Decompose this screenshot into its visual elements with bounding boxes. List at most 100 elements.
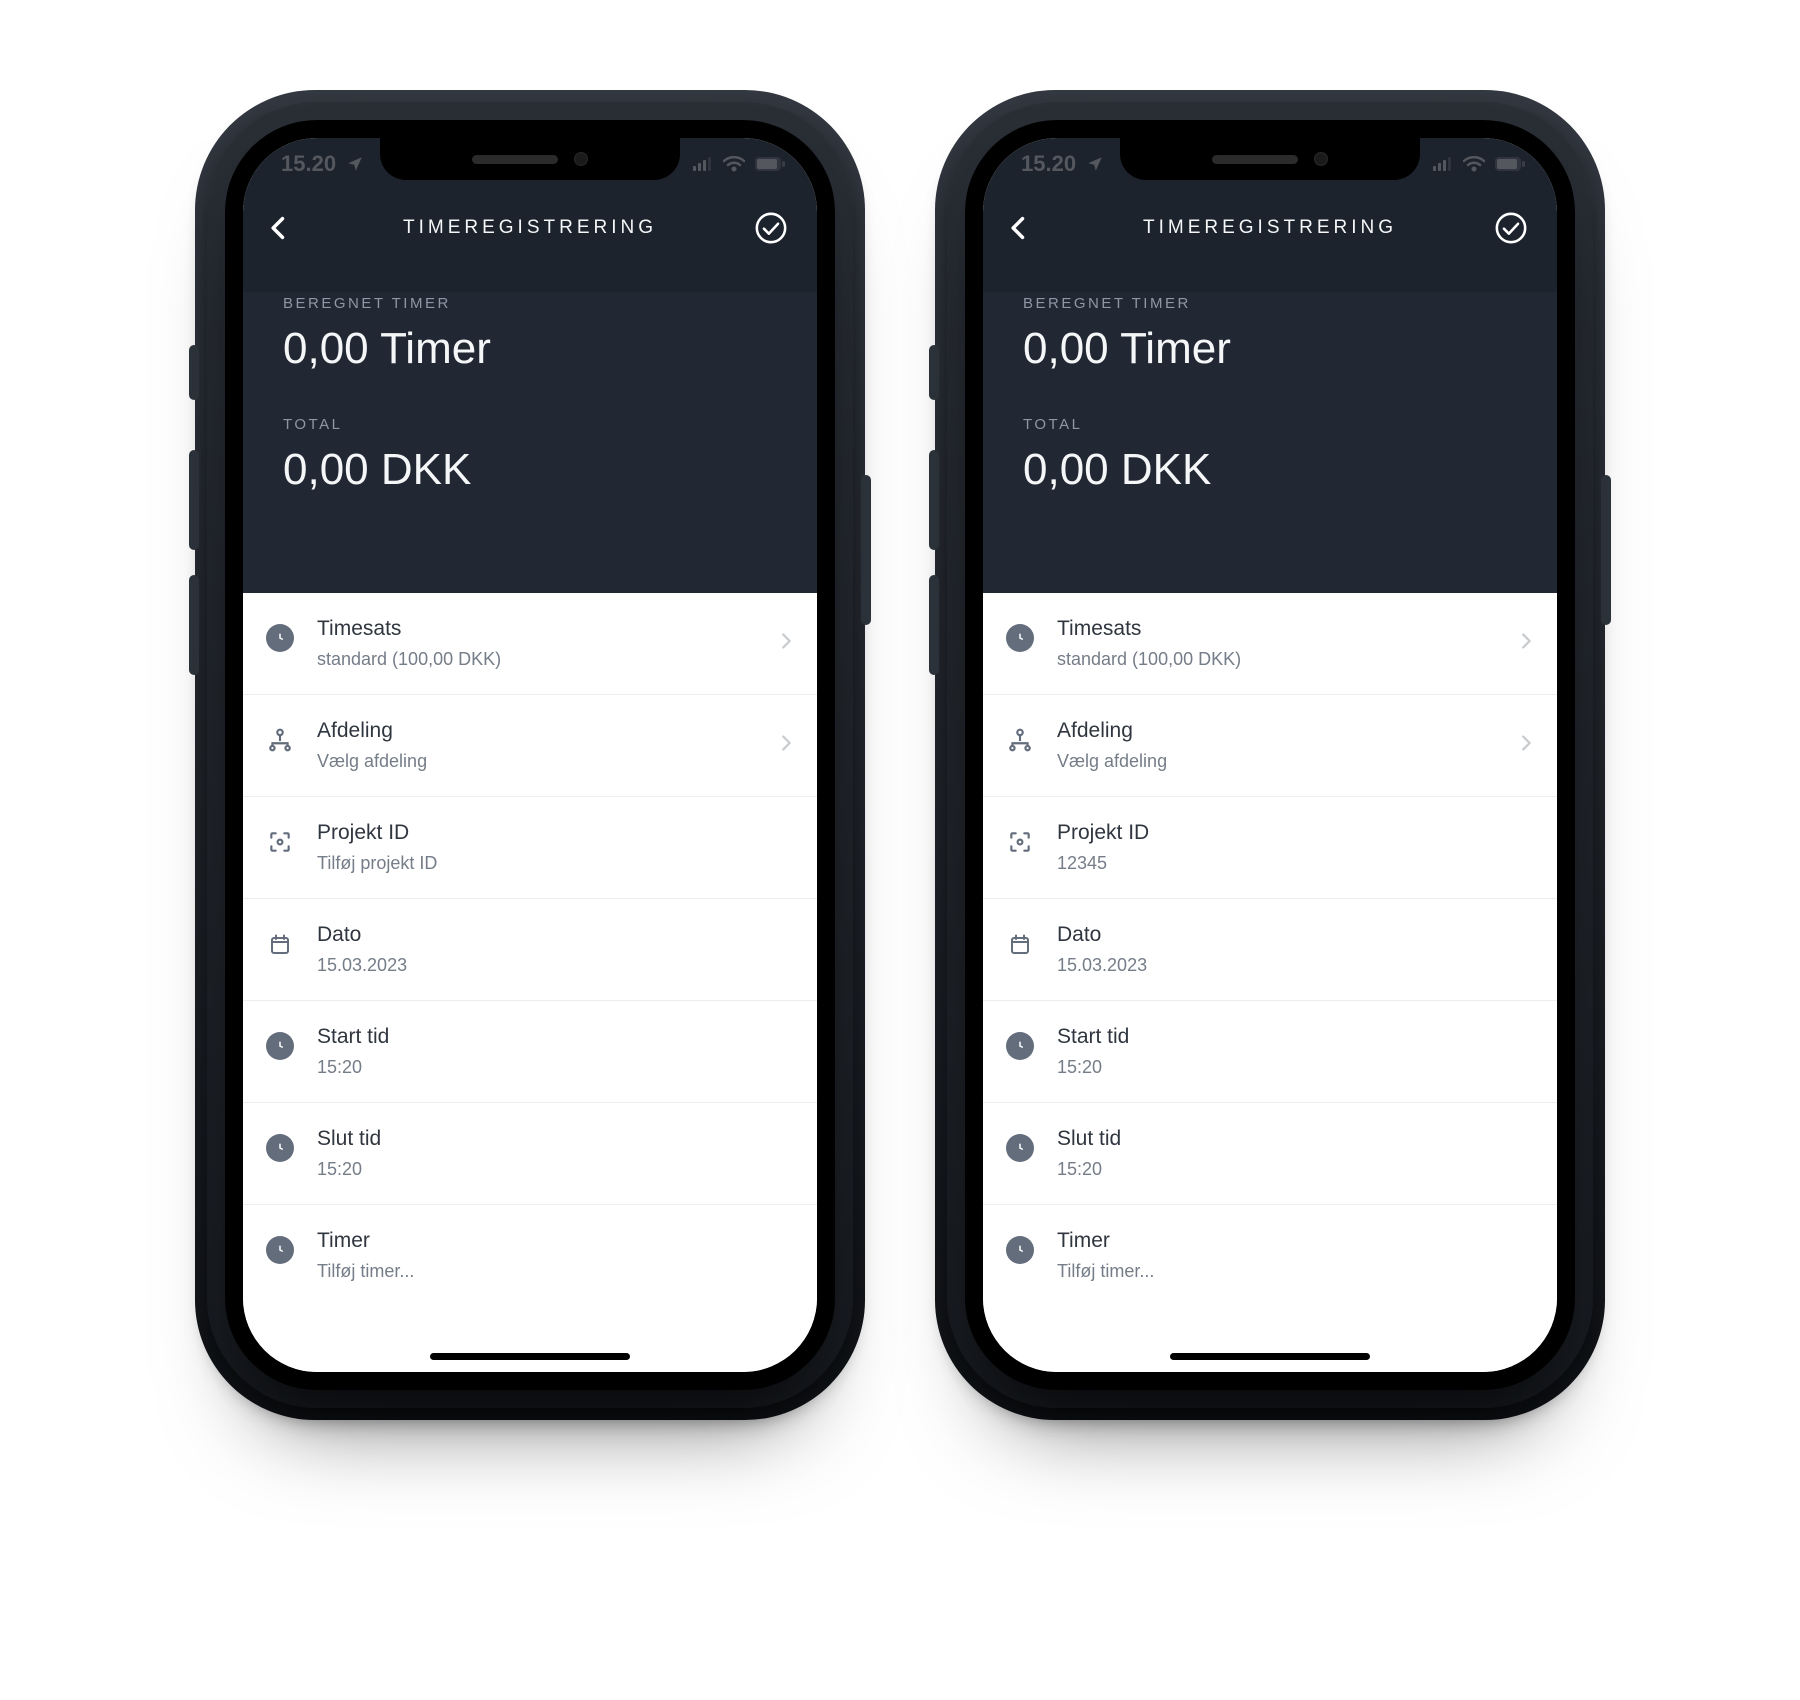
row-subtitle: Tilføj timer...: [1057, 1261, 1537, 1282]
front-camera: [574, 152, 588, 166]
row-dato[interactable]: Dato 15.03.2023: [243, 899, 817, 1001]
notch: [1120, 138, 1420, 180]
header-dark-area: 15.20 TIMEREGISTRERING BEREGNET TIMER 0,…: [243, 138, 817, 593]
confirm-button[interactable]: [747, 204, 795, 252]
scan-icon: [265, 827, 295, 857]
row-subtitle: 15:20: [1057, 1057, 1537, 1078]
side-button: [861, 475, 871, 625]
phone-mockup-right: 15.20 TIMEREGISTRERING BEREGNET TIMER 0,…: [965, 120, 1575, 1390]
row-afdeling[interactable]: Afdeling Vælg afdeling: [983, 695, 1557, 797]
row-start-tid[interactable]: Start tid 15:20: [983, 1001, 1557, 1103]
row-subtitle: Tilføj projekt ID: [317, 853, 797, 874]
clock-icon: [266, 1134, 294, 1162]
summary-panel: BEREGNET TIMER 0,00 Timer TOTAL 0,00 DKK: [243, 265, 817, 495]
department-icon: [265, 725, 295, 755]
clock-icon: [1006, 1032, 1034, 1060]
chevron-right-icon: [1515, 630, 1537, 657]
calendar-icon: [265, 929, 295, 959]
side-button: [189, 575, 199, 675]
confirm-button[interactable]: [1487, 204, 1535, 252]
clock-icon: [266, 1236, 294, 1264]
location-arrow-icon: [1086, 155, 1104, 173]
summary-panel: BEREGNET TIMER 0,00 Timer TOTAL 0,00 DKK: [983, 265, 1557, 495]
row-subtitle: 15.03.2023: [317, 955, 797, 976]
screen: 15.20 TIMEREGISTRERING BEREGNET TIMER 0,…: [243, 138, 817, 1372]
row-title: Afdeling: [1057, 719, 1493, 743]
wifi-icon: [723, 156, 745, 172]
row-timer[interactable]: Timer Tilføj timer...: [983, 1205, 1557, 1306]
row-title: Dato: [1057, 923, 1537, 947]
row-title: Timesats: [1057, 617, 1493, 641]
row-afdeling[interactable]: Afdeling Vælg afdeling: [243, 695, 817, 797]
chevron-right-icon: [775, 732, 797, 759]
home-indicator[interactable]: [430, 1353, 630, 1360]
clock-icon: [1006, 1236, 1034, 1264]
clock-icon: [1006, 624, 1034, 652]
row-title: Projekt ID: [317, 821, 797, 845]
row-start-tid[interactable]: Start tid 15:20: [243, 1001, 817, 1103]
calendar-icon: [1005, 929, 1035, 959]
phone-mockup-left: 15.20 TIMEREGISTRERING BEREGNET TIMER 0,…: [225, 120, 835, 1390]
calculated-hours-label: BEREGNET TIMER: [1023, 295, 1517, 312]
row-projekt-id[interactable]: Projekt ID Tilføj projekt ID: [243, 797, 817, 899]
row-slut-tid[interactable]: Slut tid 15:20: [243, 1103, 817, 1205]
row-timer[interactable]: Timer Tilføj timer...: [243, 1205, 817, 1306]
total-label: TOTAL: [1023, 416, 1517, 433]
total-label: TOTAL: [283, 416, 777, 433]
page-title: TIMEREGISTRERING: [403, 217, 657, 239]
clock-icon: [266, 1032, 294, 1060]
nav-bar: TIMEREGISTRERING: [983, 190, 1557, 265]
row-subtitle: 15:20: [317, 1057, 797, 1078]
row-title: Slut tid: [1057, 1127, 1537, 1151]
status-time: 15.20: [281, 151, 336, 177]
back-button[interactable]: [995, 204, 1043, 252]
row-timesats[interactable]: Timesats standard (100,00 DKK): [983, 593, 1557, 695]
row-subtitle: 12345: [1057, 853, 1537, 874]
side-button: [929, 575, 939, 675]
side-button: [929, 450, 939, 550]
location-arrow-icon: [346, 155, 364, 173]
side-button: [189, 345, 199, 400]
wifi-icon: [1463, 156, 1485, 172]
chevron-right-icon: [775, 630, 797, 657]
total-value: 0,00 DKK: [1023, 445, 1517, 495]
front-camera: [1314, 152, 1328, 166]
cellular-signal-icon: [1433, 157, 1453, 171]
row-subtitle: 15:20: [317, 1159, 797, 1180]
battery-icon: [1495, 157, 1525, 171]
row-title: Timesats: [317, 617, 753, 641]
notch: [380, 138, 680, 180]
chevron-right-icon: [1515, 732, 1537, 759]
side-button: [1601, 475, 1611, 625]
clock-icon: [1006, 1134, 1034, 1162]
clock-icon: [266, 624, 294, 652]
screen: 15.20 TIMEREGISTRERING BEREGNET TIMER 0,…: [983, 138, 1557, 1372]
page-title: TIMEREGISTRERING: [1143, 217, 1397, 239]
row-title: Dato: [317, 923, 797, 947]
row-timesats[interactable]: Timesats standard (100,00 DKK): [243, 593, 817, 695]
scan-icon: [1005, 827, 1035, 857]
row-slut-tid[interactable]: Slut tid 15:20: [983, 1103, 1557, 1205]
calculated-hours-value: 0,00 Timer: [1023, 324, 1517, 374]
row-subtitle: Vælg afdeling: [1057, 751, 1493, 772]
form-list: Timesats standard (100,00 DKK) Afdeling …: [243, 593, 817, 1372]
cellular-signal-icon: [693, 157, 713, 171]
row-projekt-id[interactable]: Projekt ID 12345: [983, 797, 1557, 899]
row-subtitle: 15.03.2023: [1057, 955, 1537, 976]
speaker-grille: [472, 155, 558, 164]
home-indicator[interactable]: [1170, 1353, 1370, 1360]
row-title: Slut tid: [317, 1127, 797, 1151]
row-title: Timer: [1057, 1229, 1537, 1253]
back-button[interactable]: [255, 204, 303, 252]
row-subtitle: Vælg afdeling: [317, 751, 753, 772]
nav-bar: TIMEREGISTRERING: [243, 190, 817, 265]
row-subtitle: standard (100,00 DKK): [317, 649, 753, 670]
row-title: Start tid: [317, 1025, 797, 1049]
row-subtitle: 15:20: [1057, 1159, 1537, 1180]
status-time: 15.20: [1021, 151, 1076, 177]
calculated-hours-value: 0,00 Timer: [283, 324, 777, 374]
row-dato[interactable]: Dato 15.03.2023: [983, 899, 1557, 1001]
row-title: Afdeling: [317, 719, 753, 743]
row-title: Projekt ID: [1057, 821, 1537, 845]
calculated-hours-label: BEREGNET TIMER: [283, 295, 777, 312]
